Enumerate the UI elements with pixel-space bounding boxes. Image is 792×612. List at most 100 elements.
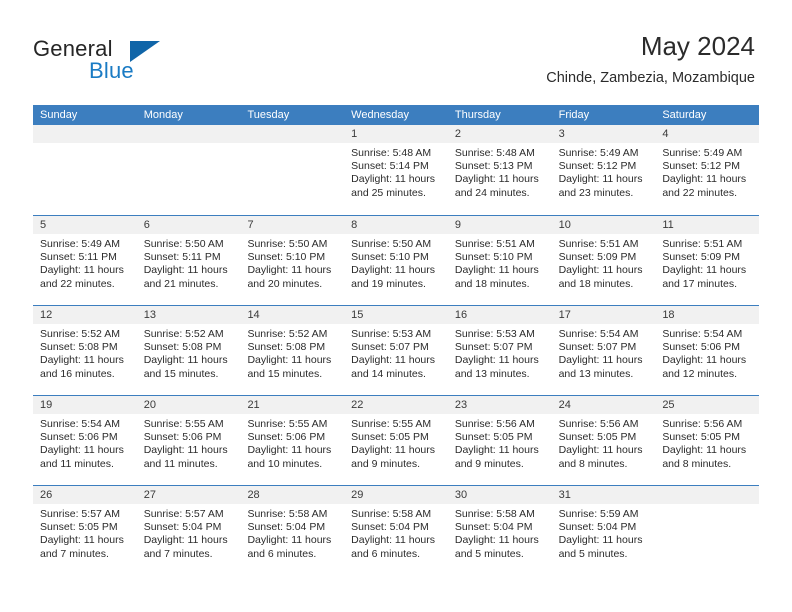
calendar-day-cell[interactable]: 25 Sunrise: 5:56 AM Sunset: 5:05 PM Dayligh… [655, 396, 760, 485]
daylight-text: Daylight: 11 hours and 5 minutes. [558, 534, 643, 560]
calendar-day-cell[interactable]: 4 Sunrise: 5:49 AM Sunset: 5:12 PM Daylight… [655, 125, 760, 215]
sunset-text: Sunset: 5:06 PM [247, 431, 326, 444]
day-details: Sunrise: 5:51 AM Sunset: 5:10 PM Daylight:… [448, 234, 552, 291]
sunrise-text: Sunrise: 5:52 AM [40, 328, 120, 340]
day-number: 2 [447, 125, 552, 143]
calendar-day-cell[interactable]: 18 Sunrise: 5:54 AM Sunset: 5:06 PM Dayligh… [655, 306, 760, 395]
calendar-week-row: 12 Sunrise: 5:52 AM Sunset: 5:08 PM Dayligh… [33, 305, 760, 395]
day-details: Sunrise: 5:58 AM Sunset: 5:04 PM Daylight:… [344, 504, 448, 561]
calendar-day-cell[interactable]: 20 Sunrise: 5:55 AM Sunset: 5:06 PM Dayligh… [136, 396, 241, 485]
sunset-text: Sunset: 5:13 PM [454, 160, 533, 173]
weekday-header-monday: Monday [143, 109, 183, 121]
sunrise-text: Sunrise: 5:54 AM [558, 328, 639, 340]
calendar-day-cell[interactable]: 19 Sunrise: 5:54 AM Sunset: 5:06 PM Dayligh… [33, 396, 137, 485]
sunrise-text: Sunrise: 5:49 AM [558, 147, 639, 159]
day-details: Sunrise: 5:51 AM Sunset: 5:09 PM Daylight:… [655, 234, 759, 291]
day-details: Sunrise: 5:50 AM Sunset: 5:10 PM Daylight:… [344, 234, 448, 291]
calendar-day-cell[interactable]: 7 Sunrise: 5:50 AM Sunset: 5:10 PM Daylight… [240, 216, 345, 305]
general-blue-logo[interactable]: General Blue [33, 36, 253, 86]
day-details: Sunrise: 5:52 AM Sunset: 5:08 PM Daylight:… [33, 324, 137, 381]
page-masthead: General Blue May 2024 Chinde, Zambezia, … [0, 0, 792, 100]
calendar-day-cell[interactable]: 8 Sunrise: 5:50 AM Sunset: 5:10 PM Daylight… [344, 216, 448, 305]
daylight-text: Daylight: 11 hours and 12 minutes. [662, 354, 747, 380]
calendar-day-cell[interactable]: 5 Sunrise: 5:49 AM Sunset: 5:11 PM Daylight… [33, 216, 137, 305]
calendar-day-cell[interactable]: 11 Sunrise: 5:51 AM Sunset: 5:09 PM Dayligh… [655, 216, 760, 305]
day-details: Sunrise: 5:51 AM Sunset: 5:09 PM Daylight:… [552, 234, 656, 291]
day-number: 12 [33, 306, 137, 324]
day-number: 24 [551, 396, 656, 414]
calendar-day-cell[interactable]: 16 Sunrise: 5:53 AM Sunset: 5:07 PM Dayligh… [447, 306, 552, 395]
daylight-text: Daylight: 11 hours and 18 minutes. [454, 264, 539, 290]
calendar-day-cell[interactable]: 17 Sunrise: 5:54 AM Sunset: 5:07 PM Dayligh… [551, 306, 656, 395]
calendar-day-cell[interactable]: 31 Sunrise: 5:59 AM Sunset: 5:04 PM Dayligh… [551, 486, 656, 575]
calendar-day-cell[interactable]: 9 Sunrise: 5:51 AM Sunset: 5:10 PM Daylight… [447, 216, 552, 305]
day-details: Sunrise: 5:58 AM Sunset: 5:04 PM Daylight:… [240, 504, 344, 561]
sunrise-text: Sunrise: 5:58 AM [247, 508, 328, 520]
page-title: May 2024 [640, 31, 755, 61]
daylight-text: Daylight: 11 hours and 25 minutes. [351, 173, 436, 199]
calendar-day-cell[interactable]: 10 Sunrise: 5:51 AM Sunset: 5:09 PM Dayligh… [551, 216, 656, 305]
day-details: Sunrise: 5:54 AM Sunset: 5:06 PM Daylight:… [655, 324, 759, 381]
calendar-page: General Blue May 2024 Chinde, Zambezia, … [0, 0, 792, 612]
sunset-text: Sunset: 5:10 PM [454, 251, 533, 264]
weekday-header-sunday: Sunday [40, 109, 78, 121]
day-number: 19 [33, 396, 137, 414]
day-details: Sunrise: 5:53 AM Sunset: 5:07 PM Daylight:… [344, 324, 448, 381]
calendar-day-cell[interactable]: 26 Sunrise: 5:57 AM Sunset: 5:05 PM Dayligh… [33, 486, 137, 575]
calendar-day-cell[interactable]: 23 Sunrise: 5:56 AM Sunset: 5:05 PM Dayligh… [447, 396, 552, 485]
sunset-text: Sunset: 5:05 PM [351, 431, 429, 444]
day-number: 17 [551, 306, 656, 324]
calendar-week-row: 1 Sunrise: 5:48 AM Sunset: 5:14 PM Daylight… [33, 125, 760, 215]
day-details: Sunrise: 5:57 AM Sunset: 5:04 PM Daylight:… [137, 504, 241, 561]
calendar-day-cell[interactable]: 30 Sunrise: 5:58 AM Sunset: 5:04 PM Dayligh… [447, 486, 552, 575]
sunrise-text: Sunrise: 5:55 AM [143, 418, 224, 430]
calendar-day-cell[interactable]: 6 Sunrise: 5:50 AM Sunset: 5:11 PM Daylight… [136, 216, 241, 305]
calendar-day-cell[interactable]: 14 Sunrise: 5:52 AM Sunset: 5:08 PM Dayligh… [240, 306, 345, 395]
day-number: 3 [551, 125, 656, 143]
weekday-header-row: Sunday Monday Tuesday Wednesday Thursday Frid… [33, 105, 759, 125]
day-details: Sunrise: 5:50 AM Sunset: 5:10 PM Daylight:… [240, 234, 344, 291]
sunset-text: Sunset: 5:09 PM [662, 251, 740, 264]
sunrise-text: Sunrise: 5:59 AM [558, 508, 639, 520]
calendar-day-cell[interactable]: 3 Sunrise: 5:49 AM Sunset: 5:12 PM Daylight… [551, 125, 656, 215]
calendar-weeks: 1 Sunrise: 5:48 AM Sunset: 5:14 PM Daylight… [33, 125, 760, 575]
sunrise-text: Sunrise: 5:54 AM [662, 328, 743, 340]
sunrise-text: Sunrise: 5:52 AM [143, 328, 224, 340]
day-number: 14 [240, 306, 345, 324]
calendar-day-cell[interactable]: 29 Sunrise: 5:58 AM Sunset: 5:04 PM Dayligh… [344, 486, 448, 575]
daylight-text: Daylight: 11 hours and 9 minutes. [454, 444, 539, 470]
sunrise-text: Sunrise: 5:54 AM [40, 418, 120, 430]
day-number [240, 125, 345, 143]
day-details: Sunrise: 5:58 AM Sunset: 5:04 PM Daylight:… [448, 504, 552, 561]
day-number: 23 [447, 396, 552, 414]
calendar-day-cell[interactable]: 12 Sunrise: 5:52 AM Sunset: 5:08 PM Dayligh… [33, 306, 137, 395]
sunset-text: Sunset: 5:06 PM [40, 431, 118, 444]
calendar-week-row: 5 Sunrise: 5:49 AM Sunset: 5:11 PM Daylight… [33, 215, 760, 305]
day-number: 4 [655, 125, 760, 143]
day-number: 30 [447, 486, 552, 504]
daylight-text: Daylight: 11 hours and 11 minutes. [40, 444, 124, 470]
calendar-day-cell[interactable]: 13 Sunrise: 5:52 AM Sunset: 5:08 PM Dayligh… [136, 306, 241, 395]
sunset-text: Sunset: 5:12 PM [662, 160, 740, 173]
day-details: Sunrise: 5:48 AM Sunset: 5:14 PM Daylight:… [344, 143, 448, 200]
calendar-week-row: 19 Sunrise: 5:54 AM Sunset: 5:06 PM Dayligh… [33, 395, 760, 485]
calendar-day-cell[interactable]: 2 Sunrise: 5:48 AM Sunset: 5:13 PM Daylight… [447, 125, 552, 215]
weekday-header-wednesday: Wednesday [351, 109, 410, 121]
daylight-text: Daylight: 11 hours and 22 minutes. [40, 264, 124, 290]
daylight-text: Daylight: 11 hours and 24 minutes. [454, 173, 539, 199]
calendar-day-cell[interactable]: 21 Sunrise: 5:55 AM Sunset: 5:06 PM Dayligh… [240, 396, 345, 485]
day-number: 26 [33, 486, 137, 504]
calendar-day-cell[interactable]: 24 Sunrise: 5:56 AM Sunset: 5:05 PM Dayligh… [551, 396, 656, 485]
sunset-text: Sunset: 5:04 PM [454, 521, 533, 534]
calendar-day-cell[interactable]: 22 Sunrise: 5:55 AM Sunset: 5:05 PM Dayligh… [344, 396, 448, 485]
calendar-day-cell[interactable]: 27 Sunrise: 5:57 AM Sunset: 5:04 PM Dayligh… [136, 486, 241, 575]
calendar-day-cell[interactable]: 28 Sunrise: 5:58 AM Sunset: 5:04 PM Dayligh… [240, 486, 345, 575]
calendar-day-cell[interactable]: 15 Sunrise: 5:53 AM Sunset: 5:07 PM Dayligh… [344, 306, 448, 395]
day-number: 27 [136, 486, 241, 504]
day-number [655, 486, 760, 504]
sunset-text: Sunset: 5:04 PM [143, 521, 222, 534]
day-number: 7 [240, 216, 345, 234]
sunrise-text: Sunrise: 5:48 AM [454, 147, 535, 159]
day-number: 5 [33, 216, 137, 234]
calendar-day-cell[interactable]: 1 Sunrise: 5:48 AM Sunset: 5:14 PM Daylight… [344, 125, 448, 215]
